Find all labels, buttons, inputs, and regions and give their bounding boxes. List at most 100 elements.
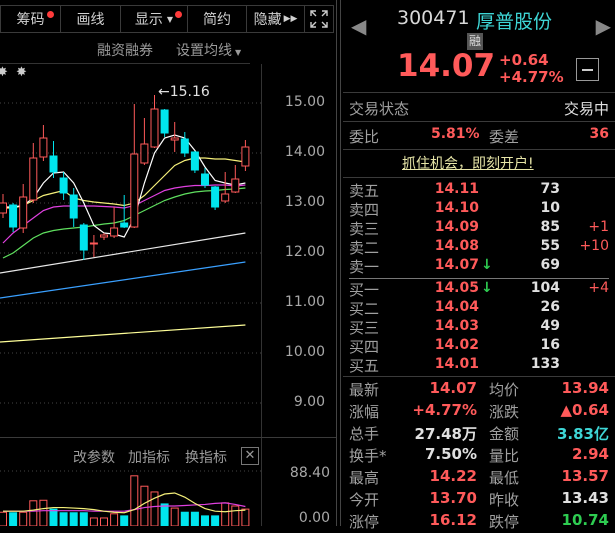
fullscreen-button[interactable] xyxy=(305,6,333,32)
expand-icon xyxy=(310,10,328,28)
stat-value: ▲0.64 xyxy=(560,401,609,419)
high-price-value: 15.16 xyxy=(169,84,210,100)
stat-label: 今开 xyxy=(349,491,380,509)
volume-bar xyxy=(49,508,58,526)
divider xyxy=(0,437,336,438)
candle xyxy=(0,202,7,214)
edit-params-link[interactable]: 改参数 xyxy=(73,447,115,467)
price-axis-label: 9.00 xyxy=(293,394,325,410)
divider xyxy=(343,92,615,93)
candle xyxy=(160,109,169,134)
level-label: 买一 xyxy=(349,281,380,299)
level-price: 14.02 xyxy=(434,337,479,353)
volume-bar xyxy=(69,512,78,526)
stat-row: 换手* 7.50% 量比 2.94 xyxy=(343,445,615,467)
volume-bar xyxy=(211,515,220,526)
kline-panel: 筹码 画线 显示 ▼ 简约 隐藏 ▶▶ 融资融券 设置均线 ▼ ✸ ✸ 15.00 14… xyxy=(0,0,338,526)
order-book-row[interactable]: 买四 14.02 16 xyxy=(343,337,615,356)
level-label: 卖五 xyxy=(349,182,380,200)
candle xyxy=(201,173,209,186)
candle xyxy=(140,143,149,164)
candle xyxy=(150,108,159,148)
candle xyxy=(9,204,18,228)
open-account-link[interactable]: 抓住机会，即刻开户! xyxy=(402,153,534,173)
order-book-row[interactable]: 买三 14.03 49 xyxy=(343,318,615,337)
stat-value: +4.77% xyxy=(412,401,477,419)
stat-row: 最高 14.22 最低 13.57 xyxy=(343,467,615,489)
level-volume: 49 xyxy=(540,318,560,334)
price-axis-label: 12.00 xyxy=(284,244,325,260)
minus-icon xyxy=(582,69,593,71)
volume-bar xyxy=(180,511,189,526)
level-label: 卖三 xyxy=(349,220,380,238)
close-icon: ✕ xyxy=(244,448,256,463)
order-book-row[interactable]: 卖五 14.11 73 xyxy=(343,181,615,200)
stat-value: 3.83亿 xyxy=(556,425,609,443)
order-book-row[interactable]: 卖四 14.10 10 xyxy=(343,200,615,219)
stat-value: 13.57 xyxy=(561,467,609,485)
level-volume: 69 xyxy=(540,257,560,273)
collapse-button[interactable] xyxy=(576,58,599,81)
volume-bar xyxy=(9,512,18,526)
level-volume: 10 xyxy=(540,200,560,216)
price-axis-label: 14.00 xyxy=(284,144,325,160)
order-book-row[interactable]: 卖一 14.07 69 ↓ xyxy=(343,257,615,276)
level-price: 14.08 xyxy=(434,238,479,254)
down-arrow-icon: ↓ xyxy=(481,257,493,273)
volume-bar xyxy=(190,511,199,526)
order-book-row[interactable]: 卖三 14.09 85 +1 xyxy=(343,219,615,238)
candle xyxy=(79,224,88,251)
stat-value: 2.94 xyxy=(571,445,609,463)
stat-label: 量比 xyxy=(489,447,520,465)
level-volume: 104 xyxy=(530,280,560,296)
candle xyxy=(89,242,98,245)
price-change: +0.64 xyxy=(499,51,549,69)
level-volume: 73 xyxy=(540,181,560,197)
volume-bar xyxy=(201,515,209,526)
stat-label: 金额 xyxy=(489,425,520,443)
volume-bar xyxy=(120,515,129,526)
stat-label: 最高 xyxy=(349,469,380,487)
volume-bar xyxy=(170,507,179,526)
order-book-row[interactable]: 买二 14.04 26 xyxy=(343,299,615,318)
order-book-row[interactable]: 买一 14.05 104 +4 ↓ xyxy=(343,280,615,299)
candle xyxy=(69,194,78,219)
volume-bar xyxy=(39,499,48,526)
stat-row: 涨停 16.12 跌停 10.74 xyxy=(343,511,615,533)
stat-value: 13.70 xyxy=(429,489,477,507)
switch-indicator-link[interactable]: 换指标 xyxy=(185,447,227,467)
next-stock-arrow-icon[interactable]: ▶ xyxy=(596,14,611,38)
order-book-row[interactable]: 卖二 14.08 55 +10 xyxy=(343,238,615,257)
volume-bar xyxy=(140,485,149,526)
stat-value: 27.48万 xyxy=(414,425,477,443)
candle xyxy=(59,177,68,194)
stat-value: 13.43 xyxy=(561,489,609,507)
volume-bar xyxy=(0,511,7,526)
divider xyxy=(343,177,615,178)
close-indicator-button[interactable]: ✕ xyxy=(241,447,259,465)
order-diff-value: 36 xyxy=(589,126,609,142)
level-price: 14.11 xyxy=(434,181,479,197)
level-price: 14.07 xyxy=(434,257,479,273)
level-change: +1 xyxy=(588,219,609,235)
order-ratio-label: 委比 xyxy=(349,128,380,146)
last-price: 14.07 xyxy=(397,48,496,84)
add-indicator-link[interactable]: 加指标 xyxy=(128,447,170,467)
price-axis-label: 11.00 xyxy=(284,294,325,310)
candle xyxy=(170,137,179,141)
volume-bar xyxy=(79,512,88,526)
stat-value: 10.74 xyxy=(561,511,609,529)
candle xyxy=(180,138,189,154)
candle xyxy=(110,227,119,237)
level-volume: 16 xyxy=(540,337,560,353)
level-price: 14.03 xyxy=(434,318,479,334)
divider xyxy=(343,149,615,150)
candle xyxy=(130,153,139,228)
prev-stock-arrow-icon[interactable]: ◀ xyxy=(351,14,366,38)
order-book-row[interactable]: 买五 14.01 133 xyxy=(343,356,615,375)
panel-splitter[interactable] xyxy=(336,0,341,526)
level-label: 买三 xyxy=(349,319,380,337)
stat-row: 总手 27.48万 金额 3.83亿 xyxy=(343,423,615,445)
candle xyxy=(231,178,240,193)
stat-value: 7.50% xyxy=(424,445,477,463)
